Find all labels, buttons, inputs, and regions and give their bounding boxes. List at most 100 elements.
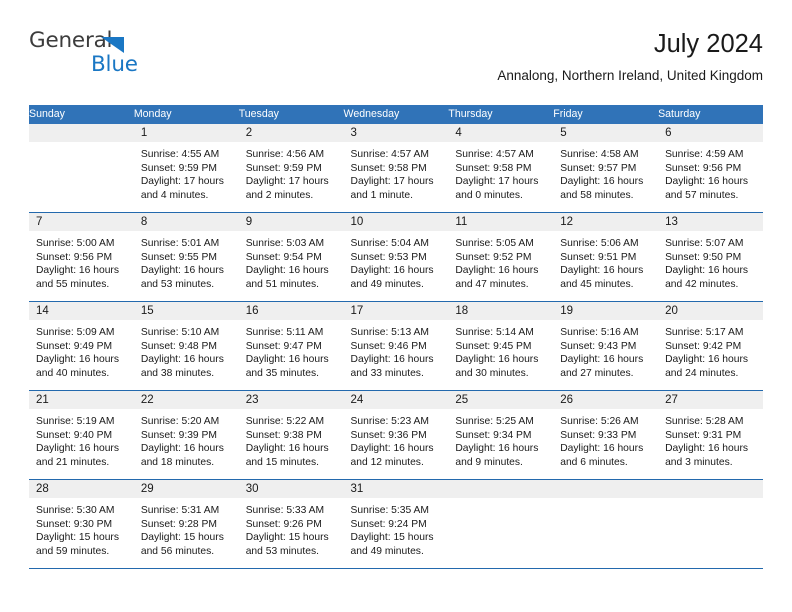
sunrise-line: Sunrise: 5:19 AM (36, 416, 115, 427)
calendar-day-cell[interactable]: 7 Sunrise: 5:00 AM Sunset: 9:56 PM Daylight… (29, 212, 134, 302)
daylight-line-1: Daylight: 16 hours (560, 265, 644, 276)
calendar-day-cell[interactable]: 4 Sunrise: 4:57 AM Sunset: 9:58 PM Daylight… (448, 124, 554, 213)
calendar-day-cell[interactable]: 2 Sunrise: 4:56 AM Sunset: 9:59 PM Daylight… (238, 124, 344, 213)
day-cell-details: Sunrise: 5:23 AM Sunset: 9:36 PM Daylight:… (344, 409, 449, 469)
sunset-line: Sunset: 9:40 PM (36, 429, 113, 441)
day-cell-inner: 21 Sunrise: 5:19 AM Sunset: 9:40 PM Dayligh… (29, 391, 134, 479)
calendar-day-cell[interactable]: 20 Sunrise: 5:17 AM Sunset: 9:42 PM Dayligh… (658, 301, 763, 391)
day-cell-inner: 26 Sunrise: 5:26 AM Sunset: 9:33 PM Dayligh… (553, 391, 659, 479)
weekday-header-thursday: Thursday (448, 105, 554, 124)
calendar-day-cell[interactable]: 23 Sunrise: 5:22 AM Sunset: 9:38 PM Dayligh… (238, 390, 344, 480)
daylight-line-2: and 38 minutes. (140, 367, 215, 379)
day-cell-details: Sunrise: 5:13 AM Sunset: 9:46 PM Daylight:… (344, 320, 449, 380)
day-number-band: 13 (658, 213, 763, 231)
calendar-day-cell[interactable]: 19 Sunrise: 5:16 AM Sunset: 9:43 PM Dayligh… (553, 301, 659, 391)
logo-triangle-icon (101, 37, 124, 53)
calendar-day-cell[interactable]: 1 Sunrise: 4:55 AM Sunset: 9:59 PM Daylight… (133, 124, 239, 213)
sunset-line: Sunset: 9:56 PM (665, 162, 742, 174)
day-cell-details (553, 498, 658, 504)
day-number-band: 15 (133, 302, 239, 320)
calendar-day-cell-empty (553, 479, 659, 569)
daylight-line-2: and 51 minutes. (245, 278, 319, 290)
calendar-day-cell[interactable]: 26 Sunrise: 5:26 AM Sunset: 9:33 PM Dayligh… (553, 390, 659, 480)
calendar-day-cell[interactable]: 27 Sunrise: 5:28 AM Sunset: 9:31 PM Dayligh… (658, 390, 763, 480)
calendar-day-cell[interactable]: 5 Sunrise: 4:58 AM Sunset: 9:57 PM Daylight… (553, 124, 659, 213)
calendar-day-cell[interactable]: 28 Sunrise: 5:30 AM Sunset: 9:30 PM Dayligh… (29, 479, 134, 569)
daylight-line-2: and 42 minutes. (665, 278, 739, 290)
sunset-line: Sunset: 9:42 PM (665, 340, 742, 352)
sunset-line: Sunset: 9:53 PM (350, 251, 427, 263)
calendar-day-cell[interactable]: 14 Sunrise: 5:09 AM Sunset: 9:49 PM Dayligh… (29, 301, 134, 391)
sunset-line: Sunset: 9:30 PM (36, 518, 113, 530)
daylight-line-1: Daylight: 16 hours (665, 354, 749, 365)
sunrise-line: Sunrise: 4:57 AM (350, 149, 429, 160)
day-cell-details (658, 498, 763, 504)
day-number-band: 17 (343, 302, 449, 320)
day-cell-details: Sunrise: 4:56 AM Sunset: 9:59 PM Daylight:… (239, 142, 344, 202)
weekday-header-saturday: Saturday (658, 105, 763, 124)
day-cell-details: Sunrise: 5:01 AM Sunset: 9:55 PM Daylight:… (134, 231, 239, 291)
calendar-day-cell[interactable]: 9 Sunrise: 5:03 AM Sunset: 9:54 PM Daylight… (238, 212, 344, 302)
day-number: 26 (560, 394, 574, 406)
day-number-band (553, 480, 659, 498)
calendar-day-cell[interactable]: 24 Sunrise: 5:23 AM Sunset: 9:36 PM Dayligh… (343, 390, 449, 480)
daylight-line-1: Daylight: 15 hours (36, 532, 119, 543)
calendar-week-row: 14 Sunrise: 5:09 AM Sunset: 9:49 PM Dayligh… (29, 301, 763, 391)
daylight-line-2: and 24 minutes. (665, 367, 739, 379)
calendar-day-cell[interactable]: 13 Sunrise: 5:07 AM Sunset: 9:50 PM Dayligh… (658, 212, 763, 302)
day-number-band: 6 (658, 124, 763, 142)
day-number: 15 (140, 305, 154, 317)
page-subtitle: Annalong, Northern Ireland, United Kingd… (497, 68, 763, 83)
calendar-day-cell[interactable]: 18 Sunrise: 5:14 AM Sunset: 9:45 PM Dayligh… (448, 301, 554, 391)
day-number: 17 (350, 305, 364, 317)
day-number-band: 9 (238, 213, 344, 231)
day-cell-inner: 25 Sunrise: 5:25 AM Sunset: 9:34 PM Dayligh… (448, 391, 554, 479)
calendar-day-cell[interactable]: 11 Sunrise: 5:05 AM Sunset: 9:52 PM Dayligh… (448, 212, 554, 302)
daylight-line-2: and 6 minutes. (560, 456, 628, 468)
day-number: 4 (455, 127, 462, 139)
day-cell-details: Sunrise: 5:03 AM Sunset: 9:54 PM Daylight:… (239, 231, 344, 291)
day-number: 1 (140, 127, 148, 139)
calendar-day-cell[interactable]: 16 Sunrise: 5:11 AM Sunset: 9:47 PM Dayligh… (238, 301, 344, 391)
calendar-day-cell[interactable]: 25 Sunrise: 5:25 AM Sunset: 9:34 PM Dayligh… (448, 390, 554, 480)
calendar-day-cell[interactable]: 12 Sunrise: 5:06 AM Sunset: 9:51 PM Dayligh… (553, 212, 659, 302)
calendar-day-cell[interactable]: 17 Sunrise: 5:13 AM Sunset: 9:46 PM Dayligh… (343, 301, 449, 391)
day-number-band: 28 (29, 480, 134, 498)
day-number-band (658, 480, 763, 498)
day-cell-inner: 9 Sunrise: 5:03 AM Sunset: 9:54 PM Daylight… (238, 213, 344, 301)
sunrise-line: Sunrise: 4:55 AM (140, 149, 220, 160)
day-number: 11 (455, 216, 468, 228)
day-number: 30 (245, 483, 259, 495)
weekday-header-sunday: Sunday (29, 105, 134, 124)
weekday-header-monday: Monday (133, 105, 239, 124)
calendar-day-cell[interactable]: 29 Sunrise: 5:31 AM Sunset: 9:28 PM Dayligh… (133, 479, 239, 569)
calendar-day-cell[interactable]: 21 Sunrise: 5:19 AM Sunset: 9:40 PM Dayligh… (29, 390, 134, 480)
day-cell-inner: 20 Sunrise: 5:17 AM Sunset: 9:42 PM Dayligh… (658, 302, 763, 390)
sunset-line: Sunset: 9:47 PM (245, 340, 322, 352)
calendar-day-cell[interactable]: 10 Sunrise: 5:04 AM Sunset: 9:53 PM Dayligh… (343, 212, 449, 302)
calendar-day-cell[interactable]: 8 Sunrise: 5:01 AM Sunset: 9:55 PM Daylight… (133, 212, 239, 302)
calendar-day-cell[interactable]: 6 Sunrise: 4:59 AM Sunset: 9:56 PM Daylight… (658, 124, 763, 213)
daylight-line-1: Daylight: 16 hours (140, 354, 224, 365)
calendar-day-cell[interactable]: 31 Sunrise: 5:35 AM Sunset: 9:24 PM Dayligh… (343, 479, 449, 569)
day-number-band: 8 (133, 213, 239, 231)
day-cell-inner: 29 Sunrise: 5:31 AM Sunset: 9:28 PM Dayligh… (133, 480, 239, 568)
day-number: 6 (665, 127, 672, 139)
day-cell-inner: 2 Sunrise: 4:56 AM Sunset: 9:59 PM Daylight… (238, 124, 344, 212)
calendar-day-cell[interactable]: 22 Sunrise: 5:20 AM Sunset: 9:39 PM Dayligh… (133, 390, 239, 480)
sunrise-line: Sunrise: 5:03 AM (245, 238, 325, 249)
day-cell-details: Sunrise: 5:05 AM Sunset: 9:52 PM Daylight:… (448, 231, 553, 291)
calendar-day-cell[interactable]: 30 Sunrise: 5:33 AM Sunset: 9:26 PM Dayligh… (238, 479, 344, 569)
sunrise-line: Sunrise: 5:30 AM (36, 505, 115, 516)
day-cell-details: Sunrise: 5:00 AM Sunset: 9:56 PM Daylight:… (29, 231, 134, 291)
calendar-day-cell[interactable]: 3 Sunrise: 4:57 AM Sunset: 9:58 PM Daylight… (343, 124, 449, 213)
sunset-line: Sunset: 9:59 PM (245, 162, 322, 174)
daylight-line-2: and 49 minutes. (350, 278, 424, 290)
calendar-day-cell[interactable]: 15 Sunrise: 5:10 AM Sunset: 9:48 PM Dayligh… (133, 301, 239, 391)
daylight-line-2: and 9 minutes. (455, 456, 523, 468)
calendar-bottom-rule (29, 568, 763, 569)
logo-text-general: General (29, 28, 113, 53)
day-cell-inner: 8 Sunrise: 5:01 AM Sunset: 9:55 PM Daylight… (133, 213, 239, 301)
daylight-line-2: and 59 minutes. (36, 545, 110, 557)
day-number: 5 (560, 127, 567, 139)
